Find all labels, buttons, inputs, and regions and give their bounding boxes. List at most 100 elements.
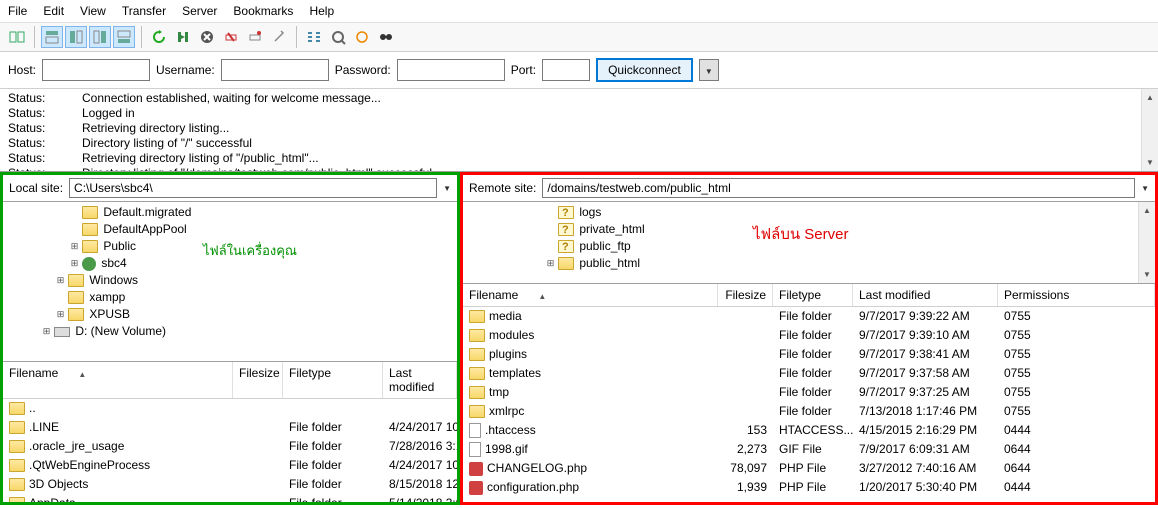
expand-icon[interactable]	[545, 241, 556, 252]
list-item[interactable]: .QtWebEngineProcess File folder 4/24/201…	[3, 456, 457, 475]
cancel-icon[interactable]	[196, 26, 218, 48]
log-message: Logged in	[82, 106, 135, 121]
col-filename[interactable]: Filename▲	[463, 284, 718, 306]
list-item[interactable]: tmp File folder 9/7/2017 9:37:25 AM 0755	[463, 383, 1155, 402]
list-item[interactable]: xmlrpc File folder 7/13/2018 1:17:46 PM …	[463, 402, 1155, 421]
local-site-input[interactable]	[69, 178, 437, 198]
site-manager-icon[interactable]	[6, 26, 28, 48]
menu-help[interactable]: Help	[309, 4, 334, 18]
col-modified[interactable]: Last modified	[383, 362, 457, 398]
list-item[interactable]: CHANGELOG.php 78,097 PHP File 3/27/2012 …	[463, 459, 1155, 478]
tree-item[interactable]: ⊞ Windows	[7, 272, 453, 289]
col-modified[interactable]: Last modified	[853, 284, 998, 306]
expand-icon[interactable]	[545, 207, 556, 218]
expand-icon[interactable]: ⊞	[69, 258, 80, 269]
list-item[interactable]: AppData File folder 5/14/2018 3:0	[3, 494, 457, 502]
file-type: File folder	[283, 476, 383, 493]
reconnect-icon[interactable]	[244, 26, 266, 48]
expand-icon[interactable]	[69, 224, 80, 235]
menu-file[interactable]: File	[8, 4, 27, 18]
list-item[interactable]: media File folder 9/7/2017 9:39:22 AM 07…	[463, 307, 1155, 326]
tree-item[interactable]: ⊞ D: (New Volume)	[7, 323, 453, 340]
col-filetype[interactable]: Filetype	[283, 362, 383, 398]
scroll-down-icon[interactable]: ▼	[1142, 154, 1158, 171]
scroll-up-icon[interactable]: ▲	[1139, 202, 1155, 219]
filter-icon[interactable]	[303, 26, 325, 48]
local-tree[interactable]: Default.migrated DefaultAppPool ⊞ Public ⊞…	[3, 202, 457, 362]
server-icon[interactable]	[268, 26, 290, 48]
tree-item[interactable]: ⊞ XPUSB	[7, 306, 453, 323]
remote-site-input[interactable]	[542, 178, 1135, 198]
expand-icon[interactable]	[69, 207, 80, 218]
process-queue-icon[interactable]	[172, 26, 194, 48]
panels: Local site: ▼ Default.migrated DefaultAp…	[0, 172, 1158, 505]
tree-item-label: Public	[100, 238, 136, 255]
chevron-down-icon[interactable]: ▼	[443, 184, 451, 193]
password-input[interactable]	[397, 59, 505, 81]
directory-compare-icon[interactable]	[327, 26, 349, 48]
quickconnect-button[interactable]: Quickconnect	[596, 58, 693, 82]
list-item[interactable]: plugins File folder 9/7/2017 9:38:41 AM …	[463, 345, 1155, 364]
col-filesize[interactable]: Filesize	[718, 284, 773, 306]
file-type: HTACCESS...	[773, 422, 853, 439]
tree-item[interactable]: DefaultAppPool	[7, 221, 453, 238]
list-item[interactable]: 1998.gif 2,273 GIF File 7/9/2017 6:09:31…	[463, 440, 1155, 459]
list-item[interactable]: .LINE File folder 4/24/2017 10:	[3, 418, 457, 437]
toggle-queue-icon[interactable]	[113, 26, 135, 48]
tree-item[interactable]: ⊞ public_html	[467, 255, 1151, 272]
menu-transfer[interactable]: Transfer	[122, 4, 166, 18]
menu-view[interactable]: View	[80, 4, 106, 18]
list-item[interactable]: configuration.php 1,939 PHP File 1/20/20…	[463, 478, 1155, 497]
toggle-local-tree-icon[interactable]	[65, 26, 87, 48]
remote-tree-scrollbar[interactable]: ▲ ▼	[1138, 202, 1155, 283]
expand-icon[interactable]: ⊞	[41, 326, 52, 337]
file-modified: 9/7/2017 9:38:41 AM	[853, 346, 998, 363]
list-item[interactable]: 3D Objects File folder 8/15/2018 12:	[3, 475, 457, 494]
file-permissions: 0755	[998, 346, 1155, 363]
list-item[interactable]: modules File folder 9/7/2017 9:39:10 AM …	[463, 326, 1155, 345]
log-scrollbar[interactable]: ▲ ▼	[1141, 89, 1158, 171]
scroll-up-icon[interactable]: ▲	[1142, 89, 1158, 106]
list-item[interactable]: .htaccess 153 HTACCESS... 4/15/2015 2:16…	[463, 421, 1155, 440]
tree-item[interactable]: Default.migrated	[7, 204, 453, 221]
list-item[interactable]: ..	[3, 399, 457, 418]
tree-item[interactable]: logs	[467, 204, 1151, 221]
file-name: CHANGELOG.php	[487, 460, 587, 477]
expand-icon[interactable]	[55, 292, 66, 303]
scroll-down-icon[interactable]: ▼	[1139, 266, 1155, 283]
quickconnect-dropdown[interactable]: ▼	[699, 59, 719, 81]
toggle-log-icon[interactable]	[41, 26, 63, 48]
col-filesize[interactable]: Filesize	[233, 362, 283, 398]
tree-item[interactable]: xampp	[7, 289, 453, 306]
menu-bookmarks[interactable]: Bookmarks	[233, 4, 293, 18]
col-filetype[interactable]: Filetype	[773, 284, 853, 306]
expand-icon[interactable]: ⊞	[545, 258, 556, 269]
expand-icon[interactable]: ⊞	[55, 275, 66, 286]
col-filename[interactable]: Filename▲	[3, 362, 233, 398]
expand-icon[interactable]: ⊞	[55, 309, 66, 320]
sync-browsing-icon[interactable]	[351, 26, 373, 48]
remote-tree[interactable]: logs private_html public_ftp⊞ public_htm…	[463, 202, 1155, 284]
expand-icon[interactable]	[545, 224, 556, 235]
chevron-down-icon[interactable]: ▼	[1141, 184, 1149, 193]
disconnect-icon[interactable]	[220, 26, 242, 48]
expand-icon[interactable]: ⊞	[69, 241, 80, 252]
refresh-icon[interactable]	[148, 26, 170, 48]
username-input[interactable]	[221, 59, 329, 81]
list-item[interactable]: .oracle_jre_usage File folder 7/28/2016 …	[3, 437, 457, 456]
host-input[interactable]	[42, 59, 150, 81]
col-permissions[interactable]: Permissions	[998, 284, 1155, 306]
search-remote-icon[interactable]	[375, 26, 397, 48]
log-message: Retrieving directory listing of "/public…	[82, 151, 319, 166]
list-item[interactable]: templates File folder 9/7/2017 9:37:58 A…	[463, 364, 1155, 383]
local-file-list[interactable]: .. .LINE File folder 4/24/2017 10: .orac…	[3, 399, 457, 502]
menu-edit[interactable]: Edit	[43, 4, 64, 18]
toggle-remote-tree-icon[interactable]	[89, 26, 111, 48]
port-input[interactable]	[542, 59, 590, 81]
menu-server[interactable]: Server	[182, 4, 217, 18]
annotation-remote: ไฟล์บน Server	[753, 226, 848, 243]
file-name: configuration.php	[487, 479, 579, 496]
file-type: File folder	[773, 365, 853, 382]
tree-item-label: XPUSB	[86, 306, 130, 323]
remote-file-list[interactable]: media File folder 9/7/2017 9:39:22 AM 07…	[463, 307, 1155, 497]
